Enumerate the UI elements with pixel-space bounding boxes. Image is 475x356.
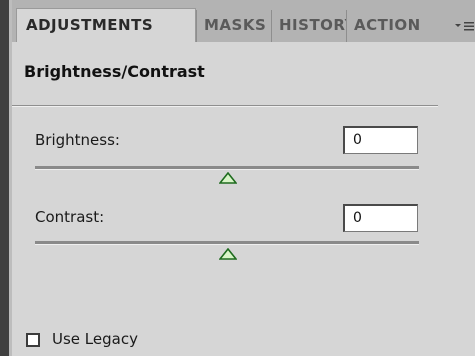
brightness-slider-track[interactable] [35, 166, 419, 170]
tab-history[interactable]: HISTORY [271, 10, 346, 42]
brightness-slider-thumb[interactable] [218, 171, 238, 184]
tab-adjustments[interactable]: ADJUSTMENTS [16, 8, 196, 42]
brightness-label: Brightness: [35, 131, 120, 149]
tab-masks[interactable]: MASKS [196, 10, 271, 42]
use-legacy-checkbox[interactable] [26, 333, 40, 347]
contrast-label: Contrast: [35, 208, 105, 226]
brightness-input[interactable]: 0 [343, 126, 418, 154]
panel-tab-bar: ADJUSTMENTS MASKS HISTORY ACTIONS [12, 0, 475, 42]
use-legacy-label[interactable]: Use Legacy [52, 330, 138, 348]
adjustment-title: Brightness/Contrast [24, 62, 205, 81]
panel-menu-icon[interactable] [452, 16, 475, 36]
panel-left-border [0, 0, 9, 356]
title-divider [12, 105, 438, 107]
contrast-input[interactable]: 0 [343, 204, 418, 232]
tab-actions[interactable]: ACTIONS [346, 10, 421, 42]
contrast-slider-thumb[interactable] [218, 247, 238, 260]
panel-left-bevel [9, 0, 12, 356]
contrast-slider-track[interactable] [35, 241, 419, 245]
adjustments-panel: ADJUSTMENTS MASKS HISTORY ACTIONS Bright… [0, 0, 475, 356]
